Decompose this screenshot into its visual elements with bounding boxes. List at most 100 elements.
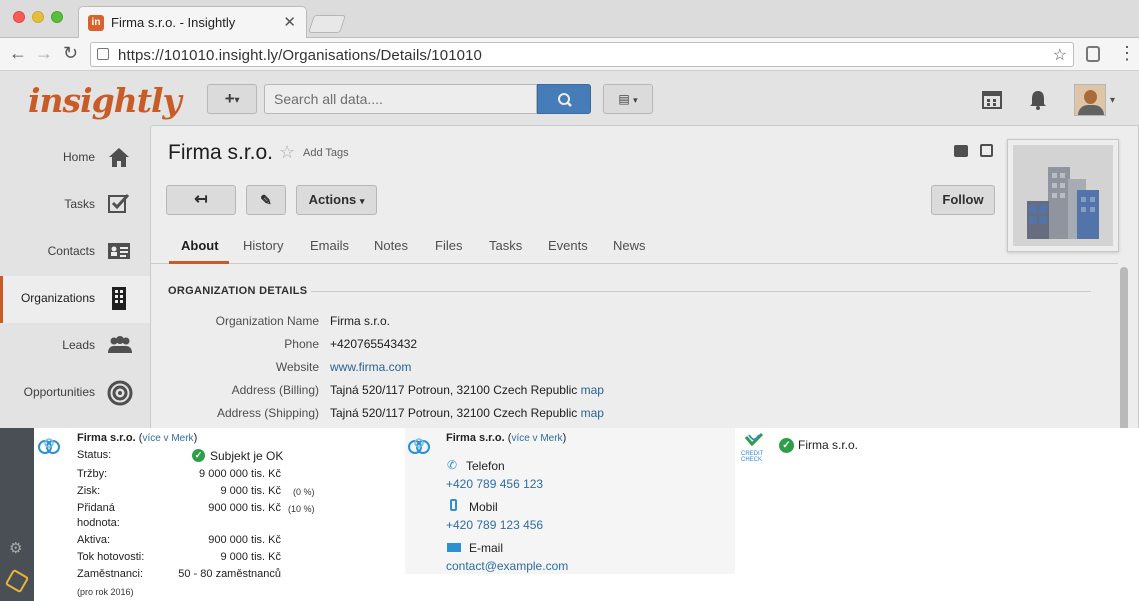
print-icon[interactable] — [954, 145, 968, 157]
shipping-map-link[interactable]: map — [581, 406, 604, 420]
added-value-value: 900 000 tis. Kč — [208, 502, 281, 514]
forward-arrow-icon[interactable]: → — [35, 43, 53, 64]
status-value: Subjekt je OK — [210, 449, 284, 463]
phone-value[interactable]: +420765543432 — [330, 337, 417, 351]
page-title: Firma s.r.o. — [168, 141, 274, 164]
url-text[interactable]: https://101010.insight.ly/Organisations/… — [118, 47, 482, 64]
revenue-label: Tržby: — [77, 468, 108, 480]
tab-tasks[interactable]: Tasks — [489, 238, 522, 253]
popout-icon[interactable] — [980, 144, 993, 157]
assets-label: Aktiva: — [77, 534, 111, 546]
profit-value: 9 000 tis. Kč — [220, 485, 281, 497]
tab-title: Firma s.r.o. - Insightly — [111, 15, 236, 30]
tab-files[interactable]: Files — [435, 238, 462, 253]
add-tags-link[interactable]: Add Tags — [303, 147, 349, 159]
chevron-down-icon: ▾ — [359, 196, 365, 206]
phone-icon: ✆ — [447, 458, 458, 472]
phone-link[interactable]: +420 789 456 123 — [446, 477, 543, 491]
notification-bell-icon[interactable] — [1028, 89, 1048, 116]
website-link[interactable]: www.firma.com — [330, 360, 411, 374]
menu-icon[interactable]: ⋮ — [1118, 43, 1136, 64]
address-bar[interactable]: https://101010.insight.ly/Organisations/… — [90, 42, 1074, 67]
shipping-address-value: Tajná 520/117 Potroun, 32100 Czech Repub… — [330, 406, 578, 420]
browser-tab[interactable]: in Firma s.r.o. - Insightly ✕ — [78, 6, 307, 38]
follow-button[interactable]: Follow — [931, 185, 995, 215]
actions-button[interactable]: Actions ▾ — [296, 185, 377, 215]
contact-card-icon — [107, 239, 131, 263]
employees-label: Zaměstnanci: — [77, 568, 144, 580]
mobile-icon — [450, 499, 457, 511]
extension-icon[interactable] — [1086, 46, 1100, 62]
paren-close: ) — [193, 432, 198, 444]
search-button[interactable] — [537, 84, 591, 114]
browser-tab-bar: in Firma s.r.o. - Insightly ✕ — [0, 0, 1139, 38]
check-icon: ✓ — [779, 438, 794, 453]
gear-icon[interactable]: ⚙ — [9, 539, 22, 557]
tab-emails[interactable]: Emails — [310, 238, 349, 253]
back-arrow-icon: ↤ — [194, 191, 208, 208]
minimize-window-button[interactable] — [32, 11, 44, 23]
merk-contacts-header: Firma s.r.o. (více v Merk) — [446, 432, 566, 444]
email-label: E-mail — [469, 541, 504, 555]
merk-more-link[interactable]: více v Merk — [142, 433, 193, 444]
billing-address-value: Tajná 520/117 Potroun, 32100 Czech Repub… — [330, 383, 578, 397]
browser-toolbar: ← → ↻ https://101010.insight.ly/Organisa… — [0, 38, 1139, 71]
insightly-favicon-icon: in — [88, 15, 104, 31]
user-avatar[interactable] — [1074, 84, 1106, 116]
sidebar-item-home[interactable]: Home — [0, 135, 150, 182]
page-info-icon[interactable] — [97, 48, 109, 60]
tab-news[interactable]: News — [613, 238, 646, 253]
credit-check-logo: CREDIT CHECK — [739, 432, 769, 463]
chevron-down-icon[interactable]: ▾ — [1110, 95, 1115, 106]
cashflow-value: 9 000 tis. Kč — [220, 551, 281, 563]
bookmark-star-icon[interactable]: ☆ — [1053, 45, 1067, 65]
page-scrollbar[interactable] — [1120, 267, 1128, 428]
record-tabs: About History Emails Notes Files Tasks E… — [151, 226, 1118, 264]
home-icon — [107, 145, 131, 169]
edit-button[interactable]: ✎ — [246, 185, 286, 215]
tab-events[interactable]: Events — [548, 238, 588, 253]
tab-about[interactable]: About — [181, 238, 219, 253]
tab-close-icon[interactable]: ✕ — [283, 13, 296, 31]
detail-value: Firma s.r.o. — [330, 314, 391, 328]
search-icon — [558, 93, 572, 107]
insightly-logo[interactable]: insightly — [28, 81, 182, 120]
section-divider — [311, 291, 1091, 292]
mobile-link[interactable]: +420 789 123 456 — [446, 518, 543, 532]
quick-add-button[interactable]: +▾ — [207, 84, 257, 114]
sidebar-item-leads[interactable]: Leads — [0, 323, 150, 370]
email-link[interactable]: contact@example.com — [446, 559, 568, 573]
merk-contacts-pane: Firma s.r.o. (více v Merk) ✆ Telefon +42… — [405, 428, 735, 574]
profit-percent: (0 %) — [293, 487, 315, 497]
avatar-body — [1078, 105, 1104, 115]
tab-history[interactable]: History — [243, 238, 283, 253]
sidebar-item-tasks[interactable]: Tasks — [0, 182, 150, 229]
phone-label: Telefon — [466, 459, 505, 473]
sidebar-item-contacts[interactable]: Contacts — [0, 229, 150, 276]
billing-map-link[interactable]: map — [581, 383, 604, 397]
back-button[interactable]: ↤ — [166, 185, 236, 215]
sidebar-item-organizations[interactable]: Organizations — [0, 276, 150, 323]
calendar-icon[interactable] — [982, 89, 1002, 114]
reload-icon[interactable]: ↻ — [63, 43, 78, 64]
merk-widget: ⚙ Firma s.r.o. (více v Merk) Status: ✓ S… — [0, 428, 1139, 601]
sidebar-item-label: Leads — [62, 338, 95, 352]
view-menu-button[interactable]: ▤ ▾ — [603, 84, 653, 114]
detail-label: Phone — [284, 337, 319, 351]
new-tab-button[interactable] — [308, 15, 346, 33]
billing-address-row: Tajná 520/117 Potroun, 32100 Czech Repub… — [330, 383, 604, 397]
tab-notes[interactable]: Notes — [374, 238, 408, 253]
merk-more-link[interactable]: více v Merk — [511, 433, 562, 444]
back-arrow-icon[interactable]: ← — [9, 43, 27, 64]
search-input[interactable] — [264, 84, 537, 114]
maximize-window-button[interactable] — [51, 11, 63, 23]
assets-value: 900 000 tis. Kč — [208, 534, 281, 546]
mobile-label: Mobil — [469, 500, 498, 514]
revenue-value: 9 000 000 tis. Kč — [199, 468, 281, 480]
merk-cube-icon[interactable] — [4, 568, 30, 594]
credit-check-icon — [744, 432, 764, 447]
star-icon[interactable]: ☆ — [279, 142, 295, 163]
sidebar-item-opportunities[interactable]: Opportunities — [0, 370, 150, 417]
close-window-button[interactable] — [13, 11, 25, 23]
status-label: Status: — [77, 449, 112, 461]
